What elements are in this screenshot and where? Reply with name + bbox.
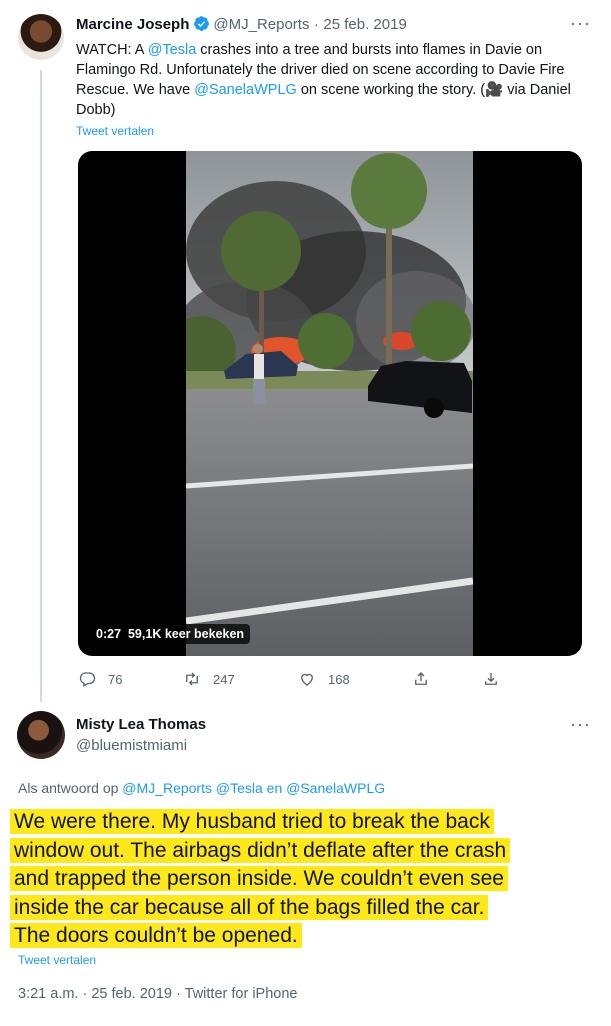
tweet-source[interactable]: Twitter for iPhone bbox=[185, 986, 298, 1002]
reply-button[interactable]: 76 bbox=[78, 670, 122, 688]
like-button[interactable]: 168 bbox=[298, 670, 350, 688]
tweet-text-line: inside the car because all of the bags f… bbox=[10, 894, 489, 920]
more-icon[interactable]: ··· bbox=[570, 714, 591, 735]
avatar[interactable] bbox=[17, 711, 65, 759]
tweet-text-line: and trapped the person inside. We couldn… bbox=[10, 866, 508, 891]
video-stats-overlay: 0:27 59,1K keer bekeken bbox=[90, 624, 251, 644]
tweet-text-line: The doors couldn’t be opened. bbox=[10, 923, 302, 948]
retweet-button[interactable]: 247 bbox=[183, 670, 235, 688]
reply-prefix: Als antwoord op bbox=[18, 780, 123, 796]
author-name[interactable]: Misty Lea Thomas bbox=[76, 716, 206, 733]
tweet-header: Marcine Joseph @MJ_Reports · 25 feb. 2019 bbox=[76, 15, 407, 34]
separator-dot: · bbox=[313, 16, 319, 33]
mention-link-sanela[interactable]: @SanelaWPLG bbox=[194, 82, 297, 98]
video-player[interactable]: 0:27 59,1K keer bekeken bbox=[78, 151, 582, 656]
tweet-date[interactable]: 25 feb. 2019 bbox=[91, 986, 172, 1002]
video-frame[interactable] bbox=[186, 151, 473, 656]
reply-mentions-link[interactable]: @MJ_Reports @Tesla en @SanelaWPLG bbox=[122, 780, 385, 796]
like-icon bbox=[301, 673, 313, 686]
share-icon bbox=[415, 672, 427, 685]
tweet-date[interactable]: 25 feb. 2019 bbox=[323, 16, 406, 33]
reply-context: Als antwoord op @MJ_Reports @Tesla en @S… bbox=[18, 780, 385, 796]
download-button[interactable] bbox=[482, 670, 500, 688]
tweet-text-line: window out. The airbags didn’t deflate a… bbox=[10, 837, 511, 863]
tweet-time[interactable]: 3:21 a.m. bbox=[18, 986, 78, 1002]
author-handle[interactable]: @MJ_Reports bbox=[213, 16, 309, 33]
mention-link-tesla[interactable]: @Tesla bbox=[148, 42, 197, 58]
author-name[interactable]: Marcine Joseph bbox=[76, 16, 189, 33]
tweet-text: WATCH: A @Tesla crashes into a tree and … bbox=[76, 40, 576, 120]
video-duration: 0:27 bbox=[96, 627, 122, 641]
translate-tweet-link[interactable]: Tweet vertalen bbox=[18, 953, 96, 967]
video-views: 59,1K keer bekeken bbox=[127, 627, 245, 641]
more-icon[interactable]: ··· bbox=[570, 13, 591, 34]
translate-tweet-link[interactable]: Tweet vertalen bbox=[76, 124, 154, 138]
tweet-text-line: We were there. My husband tried to break… bbox=[10, 809, 494, 834]
tweet-timestamp: 3:21 a.m. · 25 feb. 2019 · Twitter for i… bbox=[18, 986, 297, 1002]
verified-badge-icon bbox=[194, 16, 210, 31]
reply-count: 76 bbox=[108, 671, 123, 687]
thread-connector-line bbox=[40, 70, 42, 702]
separator-dot: · bbox=[82, 986, 88, 1002]
retweet-count: 247 bbox=[213, 671, 235, 687]
retweet-icon bbox=[186, 672, 198, 686]
like-count: 168 bbox=[328, 671, 350, 687]
separator-dot: · bbox=[176, 986, 181, 1002]
reply-icon bbox=[79, 672, 96, 687]
share-button[interactable] bbox=[412, 670, 430, 688]
download-icon bbox=[485, 673, 497, 685]
tweet-text-part: WATCH: A bbox=[76, 42, 148, 58]
avatar[interactable] bbox=[18, 14, 64, 60]
author-handle[interactable]: @bluemistmiami bbox=[76, 737, 187, 754]
tweet-text-highlighted: We were there. My husband tried to break… bbox=[10, 808, 600, 951]
